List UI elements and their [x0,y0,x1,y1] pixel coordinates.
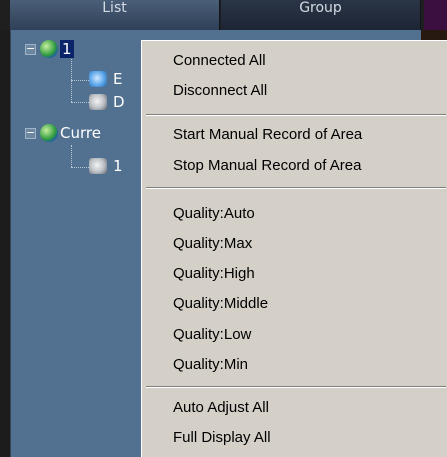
tree-guide-line [71,167,89,168]
menu-separator [146,114,446,116]
menu-item-stop-manual-record[interactable]: Stop Manual Record of Area [173,155,361,177]
menu-item-quality-high[interactable]: Quality:High [173,263,255,285]
menu-item-quality-low[interactable]: Quality:Low [173,324,251,346]
globe-icon [40,124,58,142]
tree-node-label: D [113,93,125,111]
tree-guide-line [71,145,72,167]
tree-node-label: 1 [113,157,123,175]
globe-icon [40,40,58,58]
camera-icon [89,94,107,110]
tree-node-label: E [113,70,123,88]
tree-node-device-d[interactable]: D [89,91,125,113]
tree-node-label: 1 [60,40,74,58]
menu-item-quality-min[interactable]: Quality:Min [173,354,248,376]
window-edge [424,0,447,30]
tree-node-device-1[interactable]: 1 [89,155,123,177]
menu-item-full-display-all[interactable]: Full Display All [173,427,271,449]
menu-item-quality-middle[interactable]: Quality:Middle [173,293,268,315]
tree-node-label: Curre [60,124,101,142]
tab-strip: List Group [0,0,447,30]
menu-item-quality-max[interactable]: Quality:Max [173,233,252,255]
collapse-icon[interactable]: − [25,43,36,55]
menu-item-connected-all[interactable]: Connected All [173,50,266,72]
menu-separator [146,386,446,388]
tree-node-root-1[interactable]: − 1 [25,38,74,60]
menu-item-auto-adjust-all[interactable]: Auto Adjust All [173,397,269,419]
camera-icon [89,71,107,87]
tree-guide-line [71,56,72,102]
collapse-icon[interactable]: − [25,127,36,139]
tree-node-root-current[interactable]: − Curre [25,122,101,144]
menu-item-start-manual-record[interactable]: Start Manual Record of Area [173,124,362,146]
tree-guide-line [71,80,89,81]
tab-group[interactable]: Group [221,0,421,30]
menu-separator [146,187,446,189]
menu-item-disconnect-all[interactable]: Disconnect All [173,80,267,102]
tree-guide-line [71,102,89,103]
camera-icon [89,158,107,174]
context-menu: Connected All Disconnect All Start Manua… [141,40,447,457]
tree-node-device-e[interactable]: E [89,68,122,90]
tab-list[interactable]: List [10,0,220,30]
menu-item-quality-auto[interactable]: Quality:Auto [173,203,255,225]
